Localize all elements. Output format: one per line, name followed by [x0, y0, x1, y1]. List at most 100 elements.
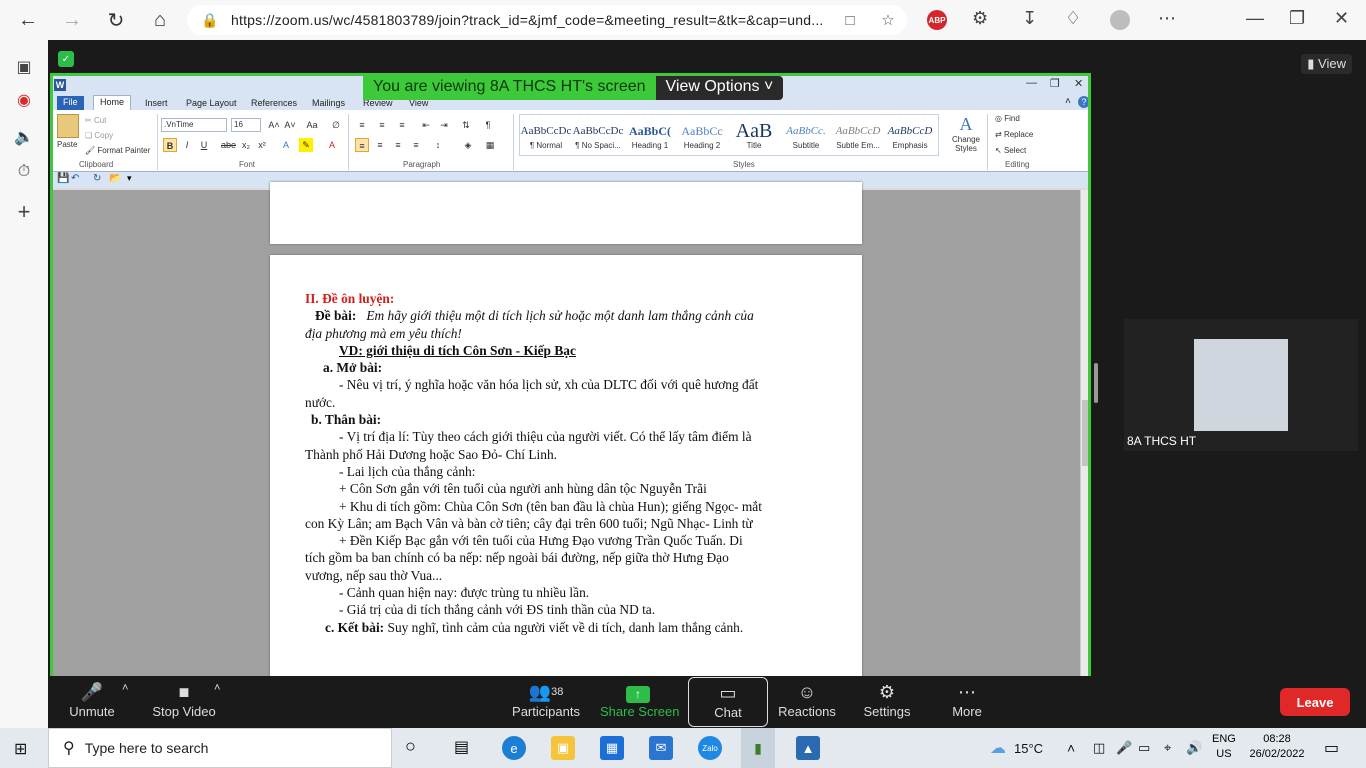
change-case-icon[interactable]: Aa	[305, 118, 319, 132]
word-restore-icon[interactable]: ❐	[1050, 77, 1060, 90]
redo-icon[interactable]: ↻	[93, 173, 101, 184]
save-icon[interactable]: 💾	[57, 173, 69, 184]
camera-icon[interactable]: □	[831, 12, 869, 29]
document-page[interactable]: II. Đề ôn luyện: Đề bài: Em hãy giới thi…	[270, 255, 862, 676]
participants-button[interactable]: 👥38 Participants	[508, 680, 584, 726]
timer-icon[interactable]: ⏱	[12, 160, 36, 184]
close-icon[interactable]: ✕	[1334, 8, 1349, 29]
font-size-select[interactable]: 16	[231, 118, 261, 132]
style-title[interactable]: AaB Title	[728, 121, 780, 161]
tab-home[interactable]: Home	[93, 95, 132, 111]
speaker-icon[interactable]: 🔈	[12, 125, 36, 149]
copy-button[interactable]: ❏ Copy	[85, 131, 113, 140]
stop-video-button[interactable]: ■ Stop Video	[148, 680, 220, 726]
style-no-spacing[interactable]: AaBbCcDc ¶ No Spaci...	[572, 121, 624, 161]
edge-browser-icon[interactable]: e	[502, 736, 526, 760]
tab-file[interactable]: File	[57, 96, 84, 110]
usb-drive-taskbar-item[interactable]: ▮	[741, 728, 775, 768]
paste-label[interactable]: Paste	[57, 140, 77, 149]
refresh-icon[interactable]: ↻	[99, 3, 133, 37]
decrease-indent-icon[interactable]: ⇤	[419, 118, 433, 132]
superscript-button[interactable]: x²	[255, 138, 269, 152]
unmute-button[interactable]: 🎤 Unmute	[60, 680, 124, 726]
minimize-icon[interactable]: —	[1246, 8, 1264, 29]
borders-icon[interactable]: ▦	[483, 138, 497, 152]
customize-qat-icon[interactable]: ▾	[127, 173, 132, 184]
lock-icon[interactable]: 🔒	[201, 12, 231, 29]
bullets-icon[interactable]: ≡	[355, 118, 369, 132]
clear-format-icon[interactable]: ∅	[329, 118, 343, 132]
extensions-icon[interactable]: ⚙	[972, 8, 988, 29]
align-center-button[interactable]: ≡	[373, 138, 387, 152]
justify-button[interactable]: ≡	[409, 138, 423, 152]
align-left-button[interactable]: ≡	[355, 138, 369, 152]
forward-icon[interactable]: →	[55, 3, 89, 37]
cortana-icon[interactable]: ○	[405, 736, 416, 757]
restore-icon[interactable]: ❐	[1289, 8, 1305, 29]
help-icon[interactable]: ?	[1078, 96, 1088, 108]
participant-video-tile[interactable]: 8A THCS HT	[1124, 319, 1358, 451]
microsoft-store-icon[interactable]: ▦	[600, 736, 624, 760]
menu-dots-icon[interactable]: ⋯	[1158, 8, 1176, 29]
language-indicator[interactable]: ENG US	[1212, 732, 1236, 762]
grow-font-icon[interactable]: A˄	[267, 118, 281, 132]
task-view-icon[interactable]: ▤	[454, 737, 469, 757]
share-screen-button[interactable]: ↑ Share Screen	[600, 680, 680, 726]
more-button[interactable]: ⋯ More	[938, 680, 996, 726]
paste-icon[interactable]	[57, 114, 79, 138]
underline-button[interactable]: U	[197, 138, 211, 152]
sort-icon[interactable]: ⇅	[459, 118, 473, 132]
style-heading-1[interactable]: AaBbC(Heading 1	[624, 121, 676, 161]
panel-resize-handle[interactable]	[1094, 363, 1098, 403]
format-painter-button[interactable]: 🖌 Format Painter	[85, 146, 150, 155]
italic-button[interactable]: I	[180, 138, 194, 152]
multilevel-list-icon[interactable]: ≡	[395, 118, 409, 132]
browser-essentials-icon[interactable]: ♢	[1065, 8, 1081, 29]
tab-references[interactable]: References	[251, 98, 297, 108]
show-hidden-icons[interactable]: ˄	[1067, 728, 1075, 768]
scroll-thumb[interactable]	[1082, 400, 1088, 466]
record-icon[interactable]: ◉	[12, 88, 36, 112]
battery-icon[interactable]: ▭	[1138, 728, 1150, 768]
collapse-ribbon-icon[interactable]: ˄	[1065, 96, 1071, 107]
style-normal[interactable]: AaBbCcDc ¶ Normal	[520, 121, 572, 161]
tabs-icon[interactable]: ▣	[12, 55, 36, 79]
leave-button[interactable]: Leave	[1280, 688, 1350, 716]
reactions-button[interactable]: ☺ Reactions	[772, 680, 842, 726]
align-right-button[interactable]: ≡	[391, 138, 405, 152]
style-subtle-emphasis[interactable]: AaBbCcD Subtle Em...	[832, 121, 884, 161]
style-emphasis[interactable]: AaBbCcD Emphasis	[884, 121, 936, 161]
font-color-icon[interactable]: A	[325, 138, 339, 152]
style-heading-2[interactable]: AaBbCc Heading 2	[676, 121, 728, 161]
subscript-button[interactable]: x₂	[239, 138, 253, 152]
file-explorer-icon[interactable]: ▣	[551, 736, 575, 760]
show-marks-icon[interactable]: ¶	[481, 118, 495, 132]
clock[interactable]: 08:28 26/02/2022	[1246, 732, 1308, 762]
font-name-select[interactable]: .VnTime	[161, 118, 227, 132]
volume-icon[interactable]: 🔊	[1186, 728, 1202, 768]
text-effects-icon[interactable]: A	[279, 138, 293, 152]
select-button[interactable]: ↖ Select	[995, 146, 1026, 155]
tab-mailings[interactable]: Mailings	[312, 98, 345, 108]
change-styles-button[interactable]: A Change Styles	[949, 114, 983, 153]
encryption-shield-icon[interactable]: ✓	[58, 51, 74, 67]
strikethrough-button[interactable]: abe	[221, 138, 236, 152]
highlight-icon[interactable]: ✎	[299, 138, 313, 152]
notifications-icon[interactable]: ▭	[1324, 738, 1339, 758]
cut-button[interactable]: ✂ Cut	[85, 116, 106, 125]
shrink-font-icon[interactable]: A˅	[283, 118, 297, 132]
add-icon[interactable]: +	[12, 199, 36, 224]
mail-icon[interactable]: ✉	[649, 736, 673, 760]
taskbar-search-box[interactable]: ⚲ Type here to search	[48, 728, 392, 768]
open-folder-icon[interactable]: 📂	[109, 173, 121, 184]
word-close-icon[interactable]: ✕	[1074, 77, 1083, 90]
profile-avatar[interactable]	[1110, 10, 1130, 30]
video-options-chevron-icon[interactable]: ˄	[214, 682, 220, 694]
wifi-icon[interactable]: ⌖	[1164, 728, 1171, 768]
network-device-icon[interactable]: ◫	[1093, 728, 1105, 768]
numbering-icon[interactable]: ≡	[375, 118, 389, 132]
view-button[interactable]: ▮ View	[1301, 54, 1352, 74]
favorite-star-icon[interactable]: ☆	[869, 11, 907, 29]
photos-icon[interactable]: ▲	[796, 736, 820, 760]
replace-button[interactable]: ⇄ Replace	[995, 130, 1033, 139]
